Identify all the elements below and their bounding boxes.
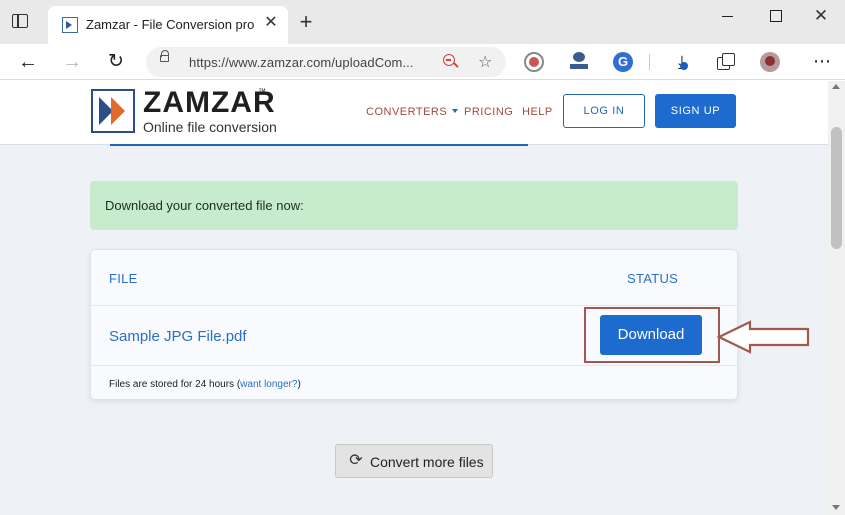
- more-menu-icon[interactable]: ⋯: [812, 52, 832, 72]
- page-scrollbar[interactable]: [828, 81, 845, 515]
- browser-titlebar: Zamzar - File Conversion progress ✕ + ✕: [0, 0, 845, 44]
- download-button[interactable]: Download: [600, 315, 702, 355]
- tab-close-icon[interactable]: ✕: [262, 14, 280, 32]
- success-alert: Download your converted file now:: [90, 181, 738, 230]
- divider: [91, 305, 737, 306]
- annotation-arrow-icon: [716, 320, 810, 354]
- favorite-star-icon[interactable]: ☆: [478, 52, 492, 72]
- column-header-status: STATUS: [627, 271, 679, 286]
- zoom-out-icon[interactable]: [443, 54, 455, 66]
- scroll-down-icon[interactable]: [832, 505, 840, 510]
- scroll-up-icon[interactable]: [832, 84, 840, 89]
- logo-tagline: Online file conversion: [143, 119, 277, 135]
- forward-icon[interactable]: →: [60, 50, 84, 74]
- footnote-prefix: Files are stored for 24 hours (: [109, 379, 241, 390]
- signup-button[interactable]: SIGN UP: [655, 94, 736, 128]
- collections-icon[interactable]: [716, 52, 736, 72]
- extension-adblock-icon[interactable]: [524, 52, 544, 72]
- extension-grammarly-icon[interactable]: G: [613, 52, 633, 72]
- header-accent-line: [110, 144, 528, 146]
- column-header-file: FILE: [109, 271, 138, 286]
- url-text[interactable]: https://www.zamzar.com/uploadCom...: [189, 55, 429, 70]
- page-viewport: ZAMZAR ™ Online file conversion CONVERTE…: [0, 81, 828, 515]
- tab-title: Zamzar - File Conversion progress: [86, 17, 254, 32]
- download-badge-icon: [680, 62, 688, 70]
- back-icon[interactable]: ←: [16, 50, 40, 74]
- logo-name[interactable]: ZAMZAR: [143, 87, 276, 119]
- toolbar-separator: [649, 54, 650, 70]
- tab-actions-icon[interactable]: [12, 14, 28, 28]
- extension-user-icon[interactable]: [570, 52, 590, 72]
- reload-icon[interactable]: ↻: [104, 50, 128, 74]
- logo-trademark: ™: [258, 87, 266, 96]
- profile-avatar-icon[interactable]: [760, 52, 780, 72]
- nav-converters-label: CONVERTERS: [366, 106, 448, 118]
- new-tab-icon[interactable]: +: [296, 11, 316, 33]
- convert-more-files-label: Convert more files: [370, 454, 484, 470]
- lock-icon[interactable]: [160, 50, 169, 62]
- site-header: ZAMZAR ™ Online file conversion CONVERTE…: [0, 81, 828, 145]
- nav-converters[interactable]: CONVERTERS: [366, 106, 459, 118]
- footnote-suffix: ): [297, 379, 301, 390]
- want-longer-link[interactable]: want longer?: [240, 379, 297, 390]
- storage-footnote: Files are stored for 24 hours (want long…: [109, 379, 301, 390]
- window-close-icon[interactable]: ✕: [806, 6, 836, 26]
- browser-toolbar: ← → ↻ https://www.zamzar.com/uploadCom..…: [0, 44, 845, 80]
- caret-down-icon: [452, 109, 459, 113]
- divider: [91, 365, 737, 366]
- browser-tab-zamzar[interactable]: Zamzar - File Conversion progress ✕: [48, 6, 288, 44]
- login-button[interactable]: LOG IN: [563, 94, 645, 128]
- download-card: FILE STATUS Sample JPG File.pdf Download…: [90, 249, 738, 400]
- maximize-icon[interactable]: [760, 6, 790, 26]
- minimize-icon[interactable]: [713, 6, 743, 26]
- address-bar[interactable]: https://www.zamzar.com/uploadCom... ☆: [146, 47, 506, 77]
- zamzar-favicon-icon: [62, 17, 78, 33]
- alert-text: Download your converted file now:: [105, 198, 304, 213]
- converted-file-name[interactable]: Sample JPG File.pdf: [109, 328, 247, 345]
- convert-more-files-button[interactable]: ⟳ Convert more files: [335, 444, 493, 478]
- refresh-icon: ⟳: [349, 452, 363, 469]
- zamzar-logo-icon[interactable]: [91, 89, 135, 133]
- scroll-thumb[interactable]: [831, 127, 842, 249]
- nav-pricing[interactable]: PRICING: [464, 106, 513, 118]
- nav-help[interactable]: HELP: [522, 106, 553, 118]
